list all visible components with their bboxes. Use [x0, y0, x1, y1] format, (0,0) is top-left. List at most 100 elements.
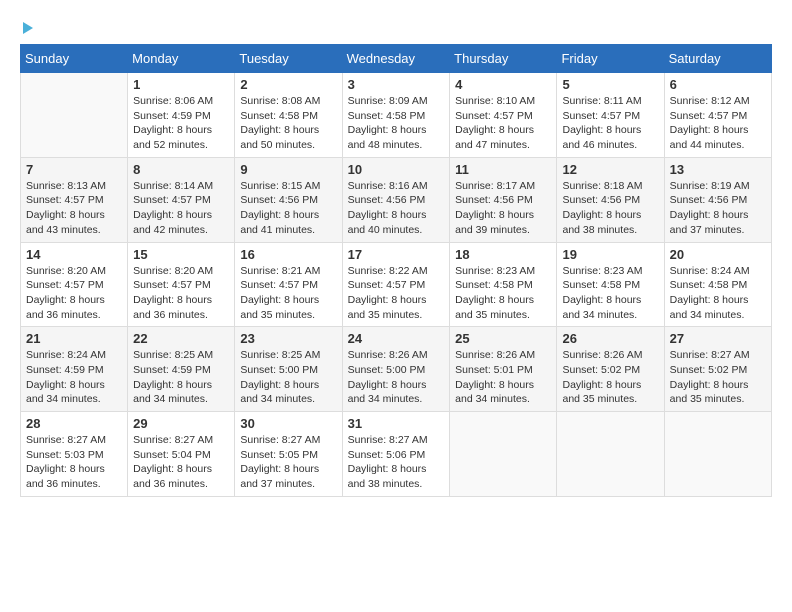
calendar-day-header: Wednesday	[342, 45, 450, 73]
day-info: Sunrise: 8:27 AM Sunset: 5:02 PM Dayligh…	[670, 348, 766, 407]
calendar-day-header: Monday	[128, 45, 235, 73]
daylight-text: Daylight: 8 hours and 34 minutes.	[348, 379, 427, 406]
sunrise-text: Sunrise: 8:13 AM	[26, 180, 106, 192]
sunset-text: Sunset: 4:57 PM	[133, 279, 211, 291]
day-info: Sunrise: 8:20 AM Sunset: 4:57 PM Dayligh…	[26, 264, 122, 323]
calendar-day-cell: 2 Sunrise: 8:08 AM Sunset: 4:58 PM Dayli…	[235, 73, 342, 158]
day-info: Sunrise: 8:27 AM Sunset: 5:04 PM Dayligh…	[133, 433, 229, 492]
sunset-text: Sunset: 5:04 PM	[133, 449, 211, 461]
daylight-text: Daylight: 8 hours and 42 minutes.	[133, 209, 212, 236]
calendar-day-cell: 12 Sunrise: 8:18 AM Sunset: 4:56 PM Dayl…	[557, 157, 664, 242]
day-number: 18	[455, 247, 551, 262]
sunset-text: Sunset: 5:00 PM	[348, 364, 426, 376]
day-number: 13	[670, 162, 766, 177]
sunset-text: Sunset: 5:00 PM	[240, 364, 318, 376]
sunset-text: Sunset: 5:02 PM	[562, 364, 640, 376]
sunrise-text: Sunrise: 8:27 AM	[26, 434, 106, 446]
sunset-text: Sunset: 5:01 PM	[455, 364, 533, 376]
day-number: 27	[670, 331, 766, 346]
day-number: 5	[562, 77, 658, 92]
sunset-text: Sunset: 4:57 PM	[240, 279, 318, 291]
day-info: Sunrise: 8:25 AM Sunset: 4:59 PM Dayligh…	[133, 348, 229, 407]
day-number: 9	[240, 162, 336, 177]
day-number: 25	[455, 331, 551, 346]
daylight-text: Daylight: 8 hours and 34 minutes.	[240, 379, 319, 406]
sunrise-text: Sunrise: 8:15 AM	[240, 180, 320, 192]
calendar-day-header: Sunday	[21, 45, 128, 73]
calendar-day-cell: 20 Sunrise: 8:24 AM Sunset: 4:58 PM Dayl…	[664, 242, 771, 327]
sunset-text: Sunset: 4:56 PM	[240, 194, 318, 206]
day-number: 6	[670, 77, 766, 92]
sunrise-text: Sunrise: 8:26 AM	[348, 349, 428, 361]
daylight-text: Daylight: 8 hours and 38 minutes.	[562, 209, 641, 236]
day-number: 28	[26, 416, 122, 431]
sunrise-text: Sunrise: 8:24 AM	[670, 265, 750, 277]
sunset-text: Sunset: 4:59 PM	[26, 364, 104, 376]
daylight-text: Daylight: 8 hours and 36 minutes.	[133, 463, 212, 490]
day-info: Sunrise: 8:16 AM Sunset: 4:56 PM Dayligh…	[348, 179, 445, 238]
sunset-text: Sunset: 4:57 PM	[562, 110, 640, 122]
sunset-text: Sunset: 4:58 PM	[562, 279, 640, 291]
sunrise-text: Sunrise: 8:12 AM	[670, 95, 750, 107]
sunrise-text: Sunrise: 8:27 AM	[670, 349, 750, 361]
day-number: 8	[133, 162, 229, 177]
daylight-text: Daylight: 8 hours and 47 minutes.	[455, 124, 534, 151]
day-info: Sunrise: 8:26 AM Sunset: 5:02 PM Dayligh…	[562, 348, 658, 407]
day-number: 12	[562, 162, 658, 177]
sunset-text: Sunset: 4:58 PM	[348, 110, 426, 122]
calendar-day-cell: 21 Sunrise: 8:24 AM Sunset: 4:59 PM Dayl…	[21, 327, 128, 412]
daylight-text: Daylight: 8 hours and 35 minutes.	[348, 294, 427, 321]
daylight-text: Daylight: 8 hours and 36 minutes.	[26, 294, 105, 321]
day-number: 15	[133, 247, 229, 262]
sunset-text: Sunset: 4:59 PM	[133, 364, 211, 376]
sunset-text: Sunset: 4:57 PM	[26, 279, 104, 291]
day-info: Sunrise: 8:24 AM Sunset: 4:59 PM Dayligh…	[26, 348, 122, 407]
calendar-table: SundayMondayTuesdayWednesdayThursdayFrid…	[20, 44, 772, 497]
day-number: 26	[562, 331, 658, 346]
day-number: 1	[133, 77, 229, 92]
sunrise-text: Sunrise: 8:10 AM	[455, 95, 535, 107]
calendar-day-header: Saturday	[664, 45, 771, 73]
day-info: Sunrise: 8:15 AM Sunset: 4:56 PM Dayligh…	[240, 179, 336, 238]
calendar-day-header: Thursday	[450, 45, 557, 73]
daylight-text: Daylight: 8 hours and 41 minutes.	[240, 209, 319, 236]
day-number: 17	[348, 247, 445, 262]
day-info: Sunrise: 8:20 AM Sunset: 4:57 PM Dayligh…	[133, 264, 229, 323]
sunrise-text: Sunrise: 8:25 AM	[240, 349, 320, 361]
day-info: Sunrise: 8:19 AM Sunset: 4:56 PM Dayligh…	[670, 179, 766, 238]
calendar-day-cell: 13 Sunrise: 8:19 AM Sunset: 4:56 PM Dayl…	[664, 157, 771, 242]
calendar-day-cell: 24 Sunrise: 8:26 AM Sunset: 5:00 PM Dayl…	[342, 327, 450, 412]
day-info: Sunrise: 8:27 AM Sunset: 5:06 PM Dayligh…	[348, 433, 445, 492]
calendar-day-cell: 15 Sunrise: 8:20 AM Sunset: 4:57 PM Dayl…	[128, 242, 235, 327]
daylight-text: Daylight: 8 hours and 36 minutes.	[26, 463, 105, 490]
page-header	[20, 20, 772, 34]
day-number: 29	[133, 416, 229, 431]
day-info: Sunrise: 8:17 AM Sunset: 4:56 PM Dayligh…	[455, 179, 551, 238]
day-number: 21	[26, 331, 122, 346]
sunrise-text: Sunrise: 8:20 AM	[26, 265, 106, 277]
daylight-text: Daylight: 8 hours and 34 minutes.	[455, 379, 534, 406]
calendar-day-cell: 4 Sunrise: 8:10 AM Sunset: 4:57 PM Dayli…	[450, 73, 557, 158]
calendar-week-row: 14 Sunrise: 8:20 AM Sunset: 4:57 PM Dayl…	[21, 242, 772, 327]
calendar-day-cell: 18 Sunrise: 8:23 AM Sunset: 4:58 PM Dayl…	[450, 242, 557, 327]
calendar-week-row: 1 Sunrise: 8:06 AM Sunset: 4:59 PM Dayli…	[21, 73, 772, 158]
day-info: Sunrise: 8:09 AM Sunset: 4:58 PM Dayligh…	[348, 94, 445, 153]
daylight-text: Daylight: 8 hours and 36 minutes.	[133, 294, 212, 321]
day-info: Sunrise: 8:14 AM Sunset: 4:57 PM Dayligh…	[133, 179, 229, 238]
calendar-day-cell: 14 Sunrise: 8:20 AM Sunset: 4:57 PM Dayl…	[21, 242, 128, 327]
sunrise-text: Sunrise: 8:23 AM	[562, 265, 642, 277]
calendar-day-cell: 23 Sunrise: 8:25 AM Sunset: 5:00 PM Dayl…	[235, 327, 342, 412]
day-info: Sunrise: 8:27 AM Sunset: 5:05 PM Dayligh…	[240, 433, 336, 492]
daylight-text: Daylight: 8 hours and 35 minutes.	[240, 294, 319, 321]
daylight-text: Daylight: 8 hours and 48 minutes.	[348, 124, 427, 151]
day-number: 23	[240, 331, 336, 346]
sunset-text: Sunset: 4:57 PM	[133, 194, 211, 206]
daylight-text: Daylight: 8 hours and 34 minutes.	[26, 379, 105, 406]
sunrise-text: Sunrise: 8:20 AM	[133, 265, 213, 277]
sunset-text: Sunset: 5:05 PM	[240, 449, 318, 461]
logo-arrow-icon	[23, 22, 33, 34]
sunrise-text: Sunrise: 8:26 AM	[455, 349, 535, 361]
day-number: 14	[26, 247, 122, 262]
sunset-text: Sunset: 4:58 PM	[455, 279, 533, 291]
day-number: 2	[240, 77, 336, 92]
